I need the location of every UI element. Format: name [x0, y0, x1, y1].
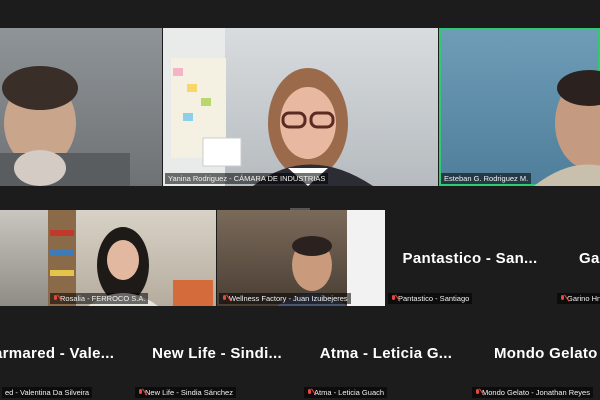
video-tile-participant-12[interactable]: Mondo Gelato - ... Mondo Gelato - Jonath… [470, 307, 600, 400]
participant-placeholder-name: Pantastico - San... [402, 250, 538, 267]
mic-muted-icon [475, 389, 480, 396]
mic-muted-icon [560, 295, 565, 302]
video-tile-participant-3[interactable]: Esteban G. Rodriguez M. [439, 28, 600, 186]
mic-muted-icon [222, 295, 227, 302]
mic-muted-icon [53, 295, 58, 302]
participant-video-figure [277, 210, 385, 306]
video-tile-participant-9[interactable]: armared - Vale... ed - Valentina Da Silv… [0, 307, 132, 400]
video-tile-participant-4[interactable] [0, 210, 48, 306]
participant-placeholder-name: Mondo Gelato - ... [494, 345, 600, 362]
participant-name-label: Yanina Rodriguez - CÁMARA DE INDUSTRIAS [165, 173, 329, 184]
participant-name-label: ed - Valentina Da Silveira [2, 387, 93, 398]
participant-name-label: Wellness Factory - Juan Izuibejeres [219, 293, 351, 304]
participant-name-label: Atma - Leticia Guach [304, 387, 388, 398]
participant-placeholder-name: Gar [579, 250, 600, 267]
video-tile-participant-2[interactable]: Yanina Rodriguez - CÁMARA DE INDUSTRIAS [163, 28, 438, 186]
mic-muted-icon [307, 389, 312, 396]
mic-muted-icon [138, 389, 143, 396]
participant-name-label: Mondo Gelato - Jonathan Reyes [472, 387, 593, 398]
video-tile-participant-11[interactable]: Atma - Leticia G... Atma - Leticia Guach [302, 307, 470, 400]
participant-video-figure [48, 210, 213, 306]
participant-name-label: Pantastico - Santiago [388, 293, 473, 304]
participant-video-figure [0, 66, 130, 186]
video-tile-participant-6[interactable]: Wellness Factory - Juan Izuibejeres [217, 210, 385, 306]
video-tile-participant-8[interactable]: Gar Garino Hn [555, 210, 600, 306]
participant-placeholder-name: New Life - Sindi... [152, 345, 282, 362]
participant-video-figure [163, 28, 373, 186]
video-tile-participant-10[interactable]: New Life - Sindi... New Life - Sindia Sá… [133, 307, 301, 400]
participant-name-label: Garino Hn [557, 293, 600, 304]
mic-muted-icon [391, 295, 396, 302]
participant-placeholder-name: armared - Vale... [0, 345, 115, 362]
participant-name-label: New Life - Sindia Sánchez [135, 387, 236, 398]
video-tile-participant-1[interactable] [0, 28, 162, 186]
participant-video-figure [534, 70, 600, 186]
participant-name-label: Rosalia - FERROCO S.A. [50, 293, 149, 304]
participant-placeholder-name: Atma - Leticia G... [319, 345, 453, 362]
participant-name-label: Esteban G. Rodriguez M. [441, 173, 532, 184]
video-tile-participant-5[interactable]: Rosalia - FERROCO S.A. [48, 210, 216, 306]
video-tile-participant-7[interactable]: Pantastico - San... Pantastico - Santiag… [386, 210, 554, 306]
